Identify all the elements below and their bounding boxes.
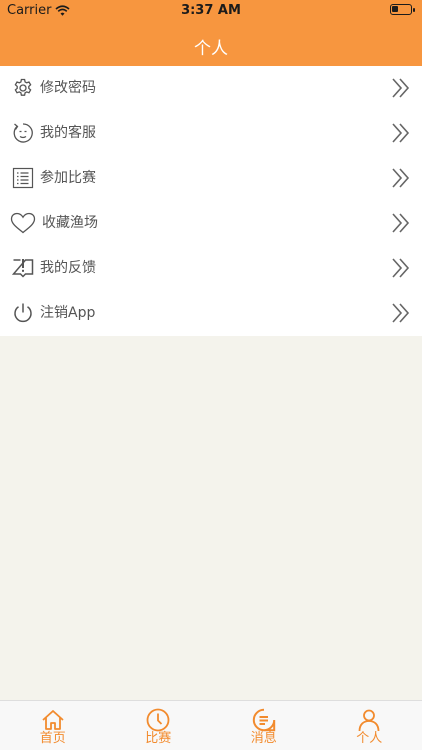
list-icon	[12, 167, 34, 189]
double-chevron-right-icon	[392, 168, 410, 188]
tab-messages[interactable]: 消息	[211, 701, 317, 750]
clock-icon	[146, 708, 170, 732]
status-bar: Carrier 3:37 AM	[0, 0, 422, 22]
tab-match[interactable]: 比赛	[106, 701, 212, 750]
menu-item-favorite-fishery[interactable]: 收藏渔场	[0, 201, 422, 246]
status-time: 3:37 AM	[181, 3, 241, 18]
tab-profile[interactable]: 个人	[317, 701, 422, 750]
tab-label: 消息	[250, 731, 277, 746]
customer-service-icon	[13, 123, 33, 143]
double-chevron-right-icon	[392, 123, 410, 143]
menu-item-label: 注销App	[40, 305, 96, 321]
menu-item-label: 我的客服	[40, 125, 96, 141]
gear-icon	[14, 78, 32, 96]
home-icon	[42, 710, 64, 730]
feedback-book-icon	[12, 259, 34, 278]
app-screen: Carrier 3:37 AM 个人 修改密码 我的客服 参加比赛 收藏渔场 我…	[0, 0, 422, 750]
menu-item-label: 收藏渔场	[42, 215, 98, 231]
header-bar: Carrier 3:37 AM 个人	[0, 0, 422, 66]
tab-label: 个人	[356, 731, 383, 746]
tab-label: 首页	[39, 731, 66, 746]
menu-item-customer-service[interactable]: 我的客服	[0, 111, 422, 156]
tab-home[interactable]: 首页	[0, 701, 106, 750]
person-icon	[358, 709, 380, 732]
heart-icon	[10, 212, 36, 234]
menu-item-join-match[interactable]: 参加比赛	[0, 156, 422, 201]
tab-label: 比赛	[145, 731, 172, 746]
double-chevron-right-icon	[392, 303, 410, 323]
double-chevron-right-icon	[392, 258, 410, 278]
battery-level	[392, 6, 398, 12]
menu-item-my-feedback[interactable]: 我的反馈	[0, 246, 422, 291]
menu-item-logout[interactable]: 注销App	[0, 291, 422, 336]
settings-menu: 修改密码 我的客服 参加比赛 收藏渔场 我的反馈 注销App	[0, 66, 422, 336]
page-title: 个人	[194, 39, 228, 59]
battery-icon	[390, 4, 415, 15]
message-icon	[252, 708, 275, 732]
menu-item-label: 我的反馈	[40, 260, 96, 276]
power-icon	[14, 303, 32, 323]
menu-item-change-password[interactable]: 修改密码	[0, 66, 422, 111]
menu-item-label: 参加比赛	[40, 170, 96, 186]
double-chevron-right-icon	[392, 213, 410, 233]
tab-bar: 首页 比赛 消息 个人	[0, 700, 422, 750]
double-chevron-right-icon	[392, 78, 410, 98]
menu-item-label: 修改密码	[40, 80, 96, 96]
